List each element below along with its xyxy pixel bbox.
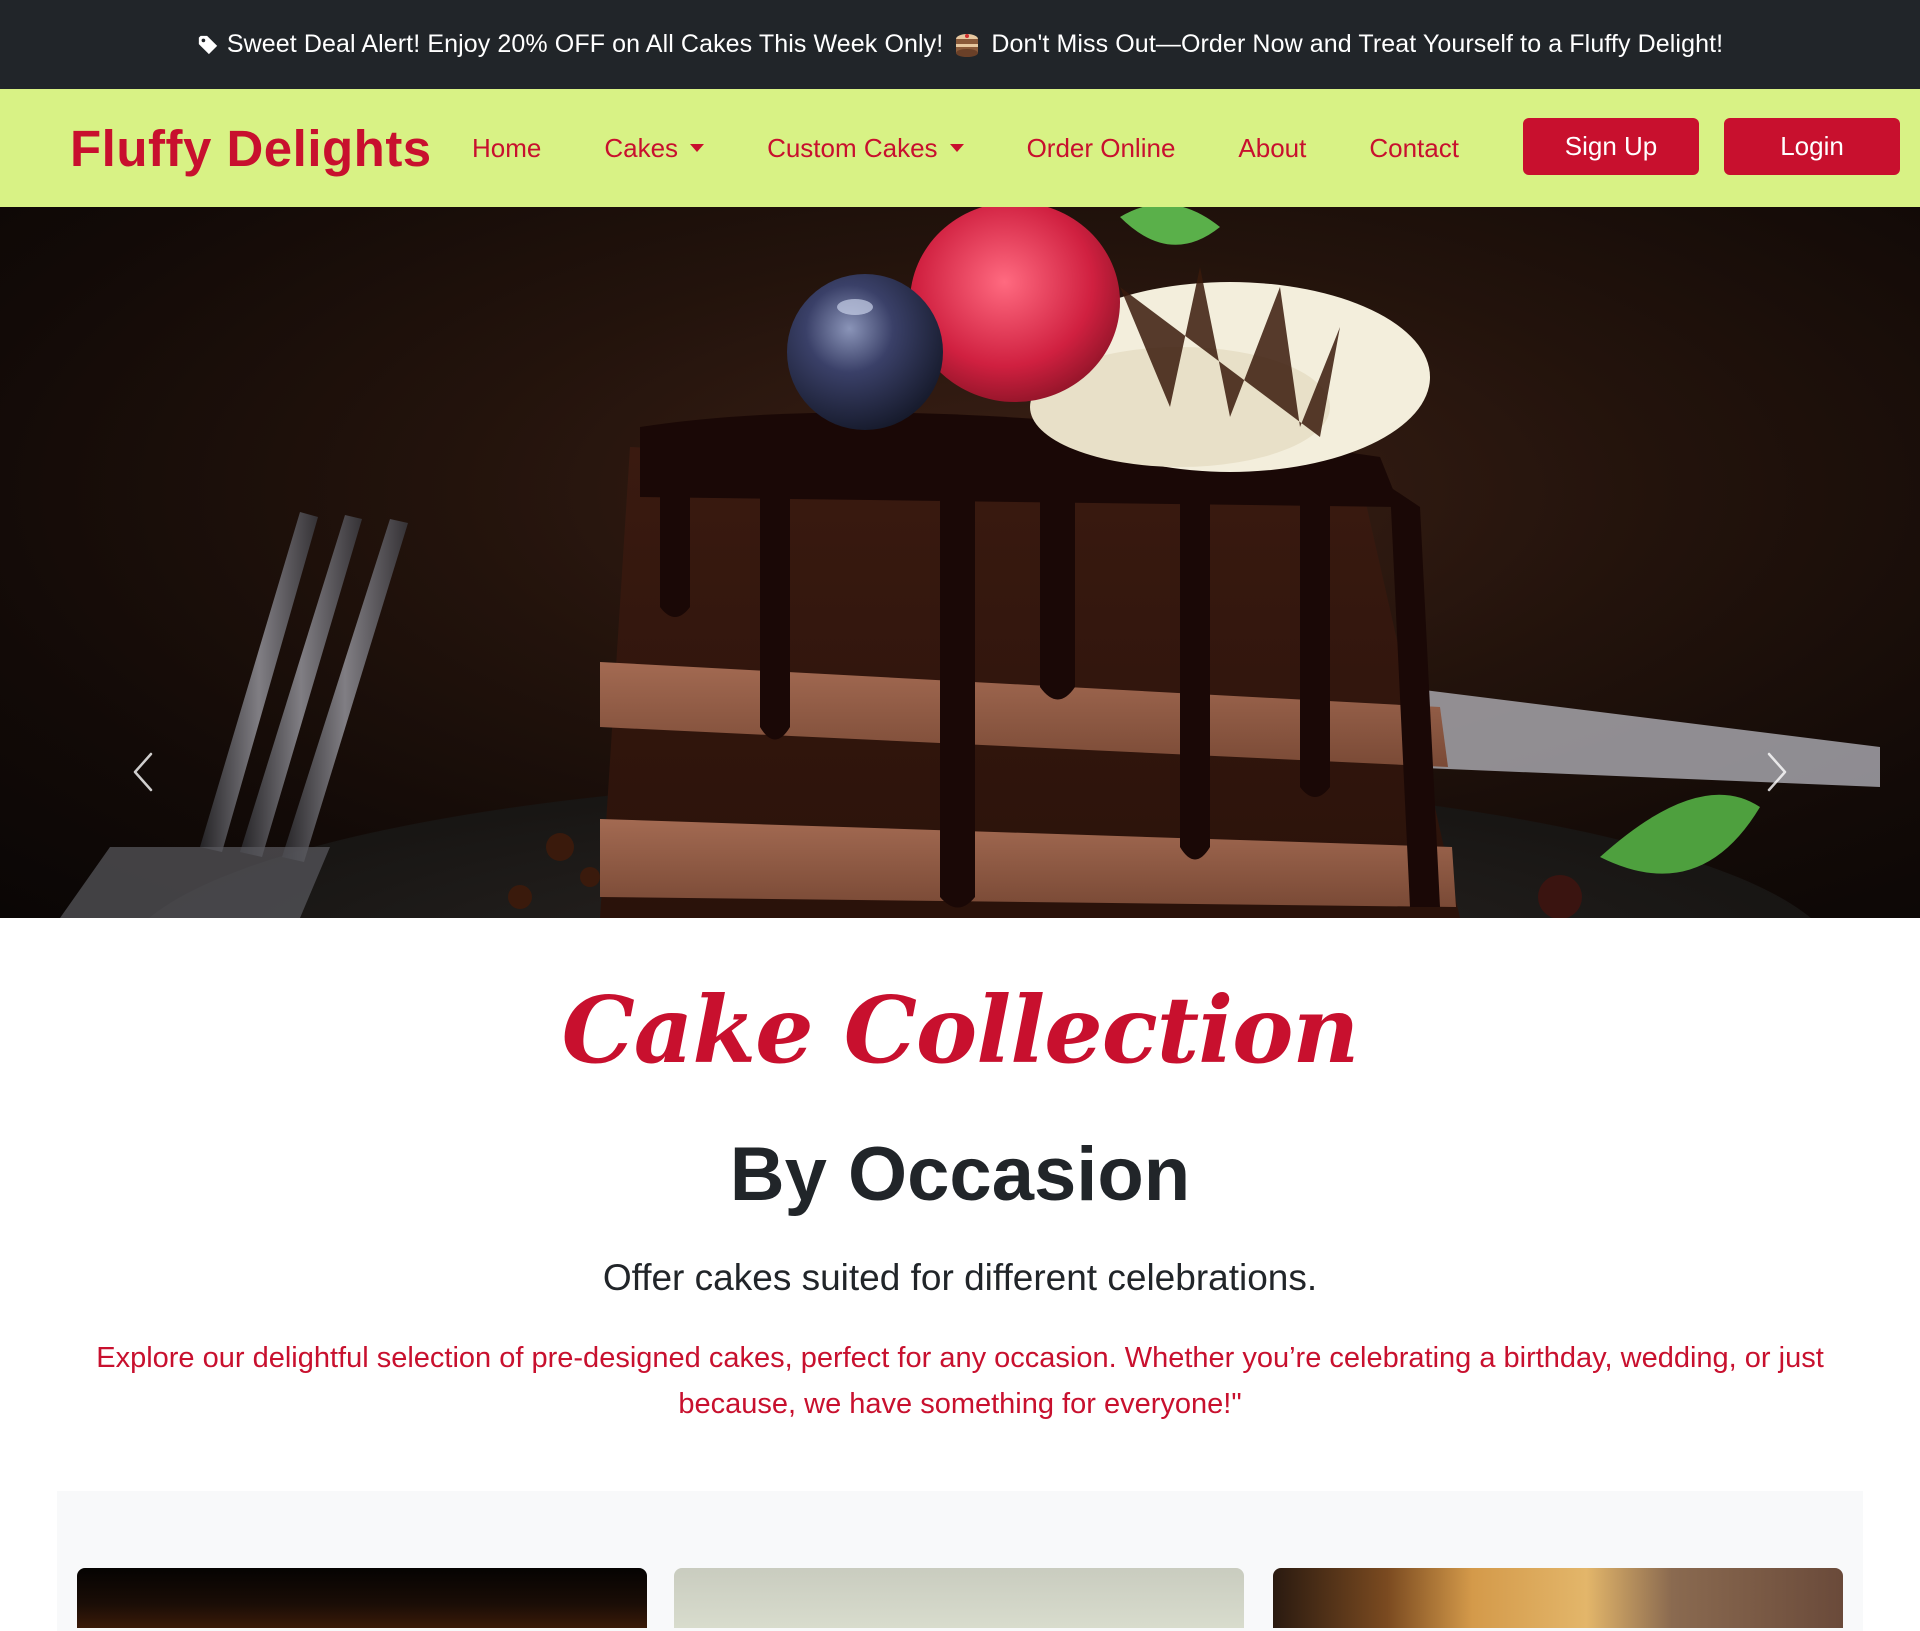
occasion-card-image[interactable] bbox=[77, 1568, 647, 1628]
nav-link-about[interactable]: About bbox=[1238, 133, 1306, 164]
caret-down-icon bbox=[949, 144, 964, 152]
nav-links: Home Cakes Custom Cakes Order Online Abo… bbox=[472, 133, 1522, 164]
promo-banner: Sweet Deal Alert! Enjoy 20% OFF on All C… bbox=[0, 0, 1920, 89]
navbar: Fluffy Delights Home Cakes Custom Cakes … bbox=[0, 89, 1920, 207]
promo-text-first: Sweet Deal Alert! Enjoy 20% OFF on All C… bbox=[226, 30, 944, 58]
hero-cake-image bbox=[60, 207, 1880, 918]
nav-dropdown-custom-cakes[interactable]: Custom Cakes bbox=[767, 133, 964, 164]
chevron-left-icon bbox=[133, 752, 153, 792]
signup-button[interactable]: Sign Up bbox=[1523, 118, 1699, 175]
nav-link-contact-label: Contact bbox=[1369, 132, 1459, 163]
nav-link-home[interactable]: Home bbox=[472, 133, 541, 164]
collection-title: By Occasion bbox=[729, 1132, 1191, 1218]
nav-link-order-online-label: Order Online bbox=[1026, 132, 1176, 163]
carousel-prev-button[interactable] bbox=[115, 742, 175, 802]
chevron-right-icon bbox=[1767, 752, 1787, 792]
hero-carousel[interactable] bbox=[0, 207, 1920, 918]
caret-down-icon bbox=[690, 144, 705, 152]
nav-link-home-label: Home bbox=[472, 132, 542, 163]
collection-section: Cake Collection By Occasion Offer cakes … bbox=[0, 976, 1920, 1427]
tag-icon bbox=[198, 35, 217, 54]
occasion-card-image[interactable] bbox=[1273, 1568, 1843, 1628]
nav-buttons: Sign Up Login bbox=[1523, 118, 1900, 175]
nav-link-about-label: About bbox=[1238, 132, 1307, 163]
brand-logo[interactable]: Fluffy Delights bbox=[70, 119, 464, 178]
nav-dropdown-cakes[interactable]: Cakes bbox=[604, 132, 705, 164]
cake-icon bbox=[956, 33, 979, 57]
carousel-next-button[interactable] bbox=[1745, 742, 1805, 802]
occasion-card-image[interactable] bbox=[674, 1568, 1244, 1628]
nav-link-order-online[interactable]: Order Online bbox=[1027, 133, 1176, 164]
nav-link-custom-cakes-label: Custom Cakes bbox=[767, 132, 938, 163]
collection-subtitle: Offer cakes suited for different celebra… bbox=[602, 1256, 1318, 1298]
collection-description: Explore our delightful selection of pre-… bbox=[96, 1341, 1824, 1420]
nav-link-contact[interactable]: Contact bbox=[1369, 133, 1459, 164]
promo-text-second: Don't Miss Out—Order Now and Treat Yours… bbox=[991, 30, 1724, 58]
cards-container bbox=[57, 1491, 1863, 1631]
nav-link-cakes-label: Cakes bbox=[604, 132, 679, 163]
collection-script-title: Cake Collection bbox=[561, 976, 1360, 1084]
login-button[interactable]: Login bbox=[1724, 118, 1900, 175]
